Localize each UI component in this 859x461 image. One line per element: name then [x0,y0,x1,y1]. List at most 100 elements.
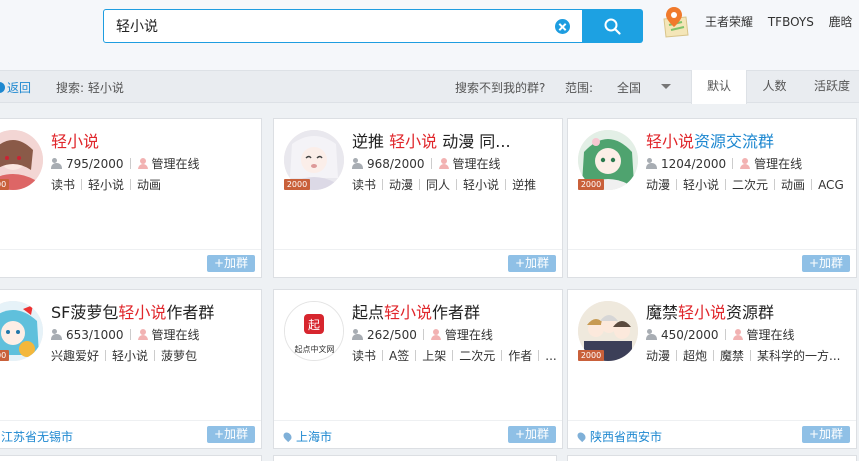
admin-status: 管理在线 [444,328,493,342]
card-footer: +加群 [274,249,562,277]
tag: 魔禁 [720,349,745,363]
members-icon [352,158,364,169]
group-card[interactable]: 2000 轻小说 795/2000管理在线 读书轻小说动画 +加群 [0,118,262,278]
group-card[interactable]: 2000 逆推 轻小说 动漫 同... 968/2000 管理在线 读书 动漫 同人轻… [273,118,563,278]
back-label: 返回 [7,81,32,95]
tag: 读书 [51,178,76,192]
tab-default[interactable]: 默认 [691,70,747,104]
hot-link-2[interactable]: TFBOYS [768,15,814,29]
group-card[interactable]: 起 起点中文网 起点轻小说作者群 262/500 管理在线 读书 A签 上架 二次元 作者… [273,289,563,449]
card-footer: 江苏省无锡市 +加群 [0,420,261,448]
filter-bar: 返回 搜索: 轻小说 搜索不到我的群? 范围: 全国 默认 人数 活跃度 [0,70,859,104]
admin-icon [430,329,442,340]
chevron-down-icon [661,84,671,89]
group-name[interactable]: 轻小说资源交流群 [646,128,846,152]
group-stats: 1204/2000 管理在线 [646,155,802,172]
hot-link-3[interactable]: 鹿晗 [829,15,853,29]
tag: 动漫 [646,349,671,363]
group-name-highlight: 轻小说 [51,132,100,151]
hot-search-links: 王者荣耀 TFBOYS 鹿晗 [705,13,859,30]
tag: ... [545,349,557,363]
group-stats: 795/2000 管理在线 [51,155,200,172]
group-name[interactable]: 起点轻小说作者群 [352,299,552,323]
tag: 二次元 [732,178,769,192]
group-location: 上海市 [281,428,332,445]
tag: 逆推 [512,178,537,192]
join-group-button[interactable]: +加群 [207,255,255,272]
card-footer: 陕西省西安市 +加群 [568,420,856,448]
join-group-button[interactable]: +加群 [508,426,556,443]
group-card-partial [567,455,857,461]
location-pin-icon [281,430,294,443]
members-icon [352,329,364,340]
admin-icon [137,329,149,340]
card-footer: 上海市 +加群 [274,420,562,448]
group-name[interactable]: 魔禁轻小说资源群 [646,299,846,323]
tag: 同人 [426,178,451,192]
group-stats: 262/500 管理在线 [352,326,493,343]
tag: 动漫 [389,178,414,192]
svg-text:起: 起 [308,318,320,332]
group-card[interactable]: 2000 轻小说资源交流群 1204/2000 管理在线 动漫 轻小说 二次元 动画 AC… [567,118,857,278]
group-location: 陕西省西安市 [575,428,662,445]
tag: 上架 [422,349,447,363]
clear-search-icon[interactable] [555,19,570,34]
search-summary: 搜索: 轻小说 [56,81,124,95]
group-name[interactable]: 轻小说 [51,128,251,152]
back-button[interactable]: 返回 [0,79,31,96]
admin-status: 管理在线 [754,157,803,171]
search-input[interactable] [116,16,536,36]
group-tags: 动漫 超炮 魔禁 某科学的一方... [646,347,851,364]
tag: 作者 [508,349,533,363]
level-badge: 2000 [578,350,604,361]
hot-link-1[interactable]: 王者荣耀 [705,15,753,29]
tab-members[interactable]: 人数 [747,70,802,104]
search-button[interactable] [582,9,643,43]
range-value: 全国 [617,81,642,95]
admin-icon [739,158,751,169]
member-count: 262/500 [367,328,417,342]
tag: 动画 [137,178,162,192]
qidian-logo-text: 起点中文网 [294,345,335,354]
group-card[interactable]: 1000 SF菠萝包轻小说作者群 653/1000管理在线 兴趣爱好轻小说菠萝包… [0,289,262,449]
members-icon [51,158,63,169]
group-name[interactable]: 逆推 轻小说 动漫 同... [352,128,552,152]
group-tags: 读书 A签 上架 二次元 作者... [352,347,557,364]
not-found-link[interactable]: 搜索不到我的群? [455,79,545,96]
group-card[interactable]: 2000 魔禁轻小说资源群 450/2000 管理在线 动漫 超炮 魔禁 某科学的一方.… [567,289,857,449]
group-name[interactable]: SF菠萝包轻小说作者群 [51,299,251,323]
range-select[interactable]: 全国 [617,79,677,96]
member-count: 1204/2000 [661,157,727,171]
group-location: 江苏省无锡市 [1,430,74,444]
members-icon [646,329,658,340]
member-count: 450/2000 [661,328,719,342]
members-icon [51,329,63,340]
location-pin-icon [575,430,588,443]
tab-activity[interactable]: 活跃度 [802,70,859,104]
member-count: 795/2000 [66,157,124,171]
map-pin-icon[interactable] [660,5,690,39]
group-tags: 读书 动漫 同人 轻小说 逆推 [352,176,557,193]
admin-icon [137,158,149,169]
tag: 动漫 [646,178,671,192]
group-card-partial [0,455,262,461]
group-card-partial [273,455,557,461]
group-name-highlight: 轻小说 [384,303,433,322]
group-tags: 动漫 轻小说 二次元 动画 ACG [646,176,851,193]
join-group-button[interactable]: +加群 [508,255,556,272]
back-icon [0,82,5,93]
join-group-button[interactable]: +加群 [207,426,255,443]
join-group-button[interactable]: +加群 [802,255,850,272]
group-stats: 968/2000 管理在线 [352,155,501,172]
tag: A签 [389,349,410,363]
tag: 轻小说 [112,349,149,363]
join-group-button[interactable]: +加群 [802,426,850,443]
level-badge: 2000 [0,179,9,190]
card-footer: +加群 [0,249,261,277]
group-stats: 653/1000 管理在线 [51,326,200,343]
range-label: 范围: [565,81,594,95]
level-badge: 1000 [0,350,9,361]
tag: 某科学的一方... [757,349,841,363]
tag: ACG [818,178,844,192]
tag: 超炮 [683,349,708,363]
